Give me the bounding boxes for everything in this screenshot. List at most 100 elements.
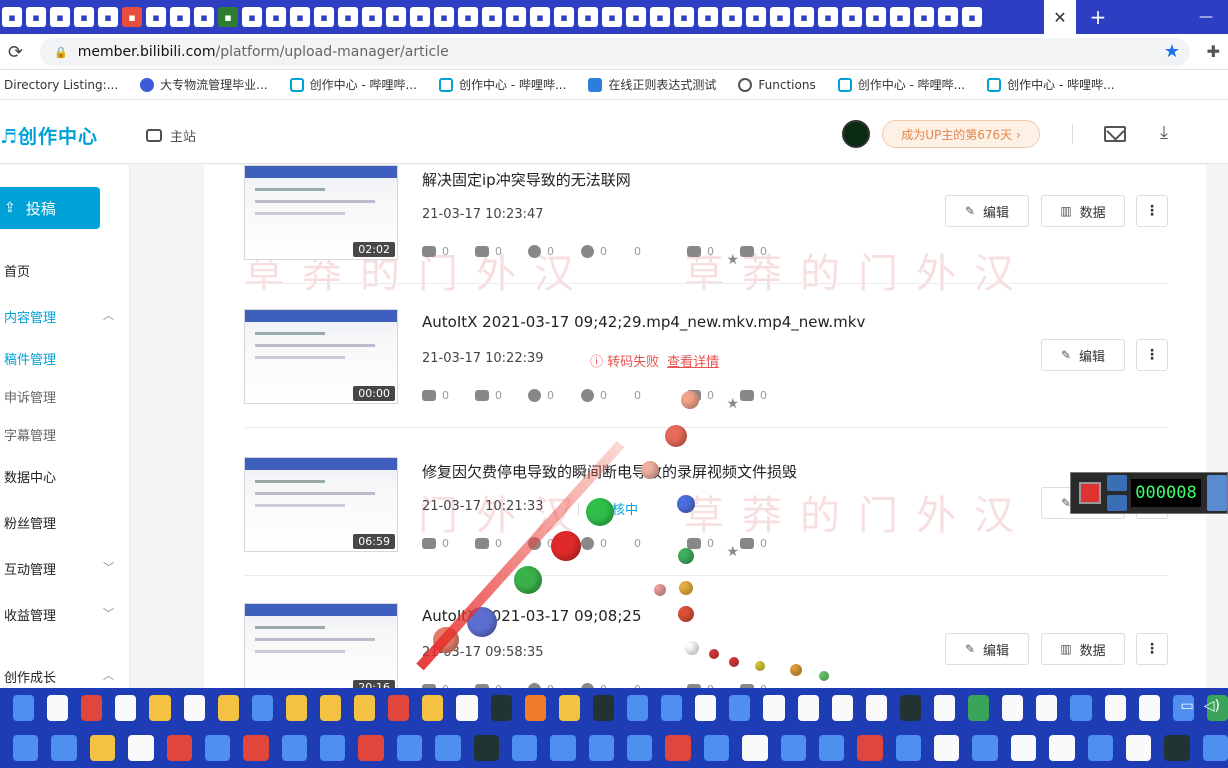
sidebar-item[interactable]: 粉丝管理: [4, 513, 114, 532]
browser-tab[interactable]: ▪: [146, 7, 166, 27]
browser-tab[interactable]: ▪: [2, 7, 22, 27]
sidebar-item[interactable]: 内容管理 ︿: [4, 307, 114, 326]
taskbar-app-icon[interactable]: [933, 695, 956, 721]
data-button[interactable]: ▥ 数据: [1041, 195, 1125, 227]
taskbar-app-icon[interactable]: [934, 735, 960, 761]
browser-tab[interactable]: ▪: [770, 7, 790, 27]
taskbar-app-icon[interactable]: [435, 735, 461, 761]
new-tab-button[interactable]: +: [1086, 5, 1110, 29]
browser-tab[interactable]: ▪: [866, 7, 886, 27]
browser-tab[interactable]: ▪: [386, 7, 406, 27]
video-thumbnail[interactable]: 06:59: [244, 457, 398, 552]
taskbar-app-icon[interactable]: [558, 695, 580, 721]
article-title[interactable]: 修复因欠费停电导致的瞬间断电导致的录屏视频文件损毁: [422, 461, 797, 482]
browser-tab[interactable]: ▪: [218, 7, 238, 27]
taskbar-app-icon[interactable]: [524, 695, 546, 721]
avatar[interactable]: [842, 120, 870, 148]
bookmark-item[interactable]: 创作中心 - 哔哩哔...: [987, 76, 1115, 93]
browser-tab[interactable]: ▪: [746, 7, 766, 27]
edit-button[interactable]: ✎ 编辑: [945, 195, 1029, 227]
taskbar-app-icon[interactable]: [354, 695, 376, 721]
sidebar-item[interactable]: 首页: [4, 261, 114, 280]
taskbar-app-icon[interactable]: [285, 695, 307, 721]
browser-tab[interactable]: ▪: [914, 7, 934, 27]
taskbar-app-icon[interactable]: [47, 695, 69, 721]
taskbar-app-icon[interactable]: [422, 695, 444, 721]
taskbar-app-icon[interactable]: [968, 695, 990, 721]
taskbar-app-icon[interactable]: [899, 695, 921, 721]
video-thumbnail[interactable]: 02:02: [244, 165, 398, 260]
sidebar-item[interactable]: 互动管理 ﹀: [4, 559, 114, 578]
edit-button[interactable]: ✎ 编辑: [1041, 339, 1125, 371]
video-thumbnail[interactable]: 00:00: [244, 309, 398, 404]
taskbar-app-icon[interactable]: [51, 735, 77, 761]
taskbar-app-icon[interactable]: [1164, 735, 1190, 761]
browser-tab[interactable]: ▪: [170, 7, 190, 27]
minimize-button[interactable]: —: [1184, 0, 1228, 34]
taskbar-app-icon[interactable]: [627, 735, 653, 761]
browser-tab[interactable]: ▪: [722, 7, 742, 27]
browser-tab[interactable]: ▪: [26, 7, 46, 27]
taskbar-app-icon[interactable]: [550, 735, 576, 761]
taskbar-app-icon[interactable]: [128, 735, 154, 761]
more-button[interactable]: ⋮: [1136, 633, 1168, 665]
browser-tab[interactable]: ▪: [314, 7, 334, 27]
browser-tab[interactable]: ▪: [554, 7, 574, 27]
taskbar-app-icon[interactable]: [183, 695, 205, 721]
taskbar-app-icon[interactable]: [166, 735, 192, 761]
taskbar-app-icon[interactable]: [763, 695, 785, 721]
sidebar-item[interactable]: 数据中心: [4, 467, 114, 486]
active-tab-close-button[interactable]: ✕: [1044, 0, 1076, 34]
browser-tab[interactable]: ▪: [602, 7, 622, 27]
taskbar-app-icon[interactable]: [1138, 695, 1160, 721]
taskbar-app-icon[interactable]: [818, 735, 845, 761]
bookmark-item[interactable]: Directory Listing:...: [4, 78, 118, 92]
upload-button[interactable]: ⇪ 投稿: [0, 187, 100, 229]
browser-tab[interactable]: ▪: [698, 7, 718, 27]
extensions-icon[interactable]: ✚: [1207, 42, 1220, 61]
browser-tab[interactable]: ▪: [674, 7, 694, 27]
taskbar-app-icon[interactable]: [149, 695, 171, 721]
browser-tab[interactable]: ▪: [122, 7, 142, 27]
browser-tab[interactable]: ▪: [266, 7, 286, 27]
reload-icon[interactable]: ⟳: [8, 42, 23, 63]
taskbar-app-icon[interactable]: [588, 735, 614, 761]
sidebar-item[interactable]: 收益管理 ﹀: [4, 605, 114, 624]
taskbar-app-icon[interactable]: [456, 695, 478, 721]
taskbar-app-icon[interactable]: [89, 735, 116, 761]
edit-button[interactable]: ✎ 编辑: [945, 633, 1029, 665]
browser-tab[interactable]: ▪: [74, 7, 94, 27]
browser-tab[interactable]: ▪: [98, 7, 118, 27]
taskbar-app-icon[interactable]: [281, 735, 307, 761]
taskbar-app-icon[interactable]: [1104, 695, 1126, 721]
bookmark-item[interactable]: 创作中心 - 哔哩哔...: [439, 76, 566, 93]
browser-tab[interactable]: ▪: [818, 7, 838, 27]
taskbar-app-icon[interactable]: [243, 735, 269, 761]
taskbar-app-icon[interactable]: [626, 695, 649, 721]
pause-icon[interactable]: [1107, 495, 1127, 511]
browser-tab[interactable]: ▪: [890, 7, 910, 27]
network-icon[interactable]: ▭: [1181, 698, 1194, 714]
taskbar-app-icon[interactable]: [320, 735, 346, 761]
taskbar-app-icon[interactable]: [358, 735, 384, 761]
taskbar-app-icon[interactable]: [1202, 735, 1228, 761]
data-button[interactable]: ▥ 数据: [1041, 633, 1125, 665]
taskbar-app-icon[interactable]: [972, 735, 998, 761]
timer-icon[interactable]: [1107, 475, 1127, 491]
browser-tab[interactable]: ▪: [458, 7, 478, 27]
taskbar-app-icon[interactable]: [115, 695, 137, 721]
taskbar-app-icon[interactable]: [81, 695, 103, 721]
taskbar-app-icon[interactable]: [1087, 735, 1113, 761]
article-title[interactable]: AutoItX 2021-03-17 09;42;29.mp4_new.mkv.…: [422, 313, 865, 331]
taskbar-app-icon[interactable]: [895, 735, 921, 761]
bookmark-item[interactable]: Functions: [738, 77, 816, 92]
taskbar-app-icon[interactable]: [1010, 735, 1037, 761]
record-stop-button[interactable]: [1079, 482, 1101, 504]
browser-tab[interactable]: ▪: [650, 7, 670, 27]
taskbar-app-icon[interactable]: [695, 695, 717, 721]
video-thumbnail[interactable]: 20:16: [244, 603, 398, 690]
bookmark-item[interactable]: 创作中心 - 哔哩哔...: [837, 76, 965, 93]
taskbar-app-icon[interactable]: [742, 735, 768, 761]
browser-tab[interactable]: ▪: [290, 7, 310, 27]
taskbar-app-icon[interactable]: [729, 695, 751, 721]
